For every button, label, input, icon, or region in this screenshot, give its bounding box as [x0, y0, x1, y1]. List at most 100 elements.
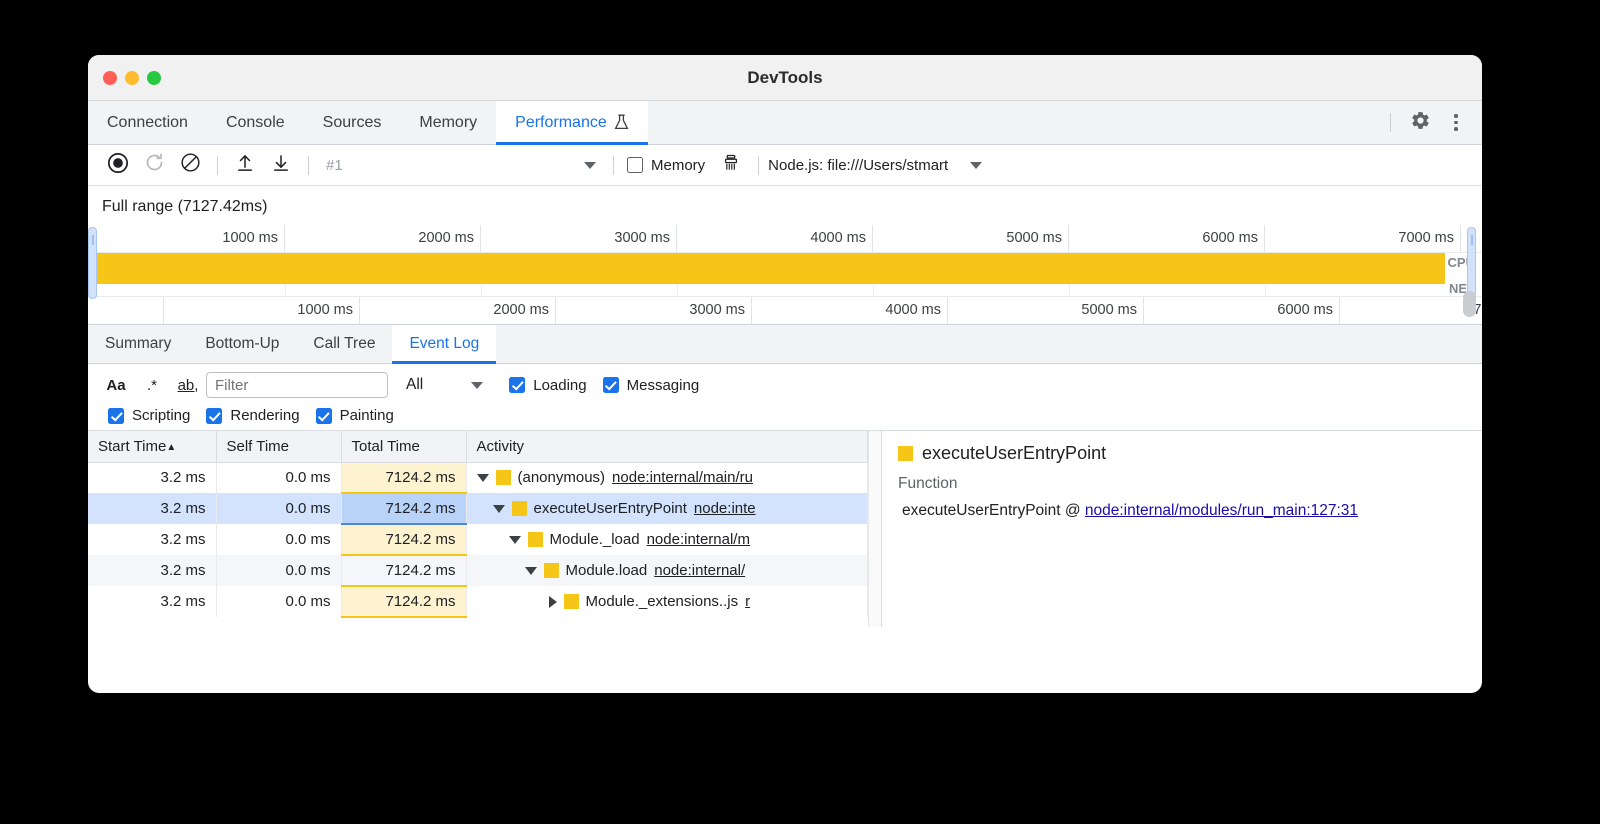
table-row[interactable]: 3.2 ms 0.0 ms 7124.2 ms Module._load nod…: [88, 524, 868, 555]
tab-sources-label: Sources: [323, 114, 382, 132]
details-stack-entry: executeUserEntryPoint @ node:internal/mo…: [898, 502, 1466, 520]
filter-checkbox-painting[interactable]: Painting: [316, 407, 394, 424]
range-handle-right[interactable]: [1467, 227, 1476, 299]
window-title: DevTools: [88, 68, 1482, 88]
cell-total-time: 7124.2 ms: [341, 462, 466, 493]
download-icon: [271, 153, 291, 178]
cell-total-time: 7124.2 ms: [341, 555, 466, 586]
tick-bot-7000: 7000 ms: [1339, 297, 1482, 324]
column-header-total-time[interactable]: Total Time: [341, 431, 466, 462]
tick-top-4000: 4000 ms: [677, 225, 873, 252]
clear-recording-button[interactable]: [172, 150, 208, 180]
range-handle-left[interactable]: [88, 227, 97, 299]
expander-expand-icon[interactable]: [549, 596, 557, 608]
target-selector[interactable]: Node.js: file:///Users/stmart: [768, 157, 948, 174]
record-icon: [107, 152, 129, 179]
expander-collapse-icon[interactable]: [509, 536, 521, 544]
table-row[interactable]: 3.2 ms 0.0 ms 7124.2 ms Module._extensio…: [88, 586, 868, 617]
tick-bot-4000: 4000 ms: [751, 297, 947, 324]
expander-collapse-icon[interactable]: [493, 505, 505, 513]
table-row[interactable]: 3.2 ms 0.0 ms 7124.2 ms executeUserEntry…: [88, 493, 868, 524]
panel-tabstrip: Connection Console Sources Memory Perfor…: [88, 101, 1482, 145]
cell-start-time: 3.2 ms: [88, 555, 216, 586]
column-header-start-time-label: Start Time: [98, 438, 166, 455]
tab-sources[interactable]: Sources: [304, 101, 401, 144]
more-vertical-icon: [1454, 114, 1458, 131]
cell-total-time: 7124.2 ms: [341, 586, 466, 617]
tab-memory-label: Memory: [419, 114, 477, 132]
event-log-table-pane: Start Time▲ Self Time Total Time Activit…: [88, 431, 868, 627]
target-selector-label: Node.js: file:///Users/stmart: [768, 157, 948, 174]
tick-bot-6000: 6000 ms: [1143, 297, 1339, 324]
toolbar-divider-2: [308, 156, 309, 175]
cell-activity: Module.load node:internal/: [466, 555, 868, 586]
tab-event-log[interactable]: Event Log: [392, 325, 496, 363]
tab-console[interactable]: Console: [207, 101, 304, 144]
tab-summary[interactable]: Summary: [88, 325, 188, 363]
more-options-button[interactable]: [1440, 107, 1472, 139]
duration-filter-select[interactable]: All: [406, 376, 483, 394]
event-log-vertical-scrollbar[interactable]: [868, 431, 881, 627]
filter-checkbox-loading[interactable]: Loading: [509, 377, 586, 394]
table-row[interactable]: 3.2 ms 0.0 ms 7124.2 ms (anonymous) node…: [88, 462, 868, 493]
save-profile-button[interactable]: [263, 150, 299, 180]
category-color-swatch: [496, 470, 511, 485]
activity-url[interactable]: node:internal/main/ru: [612, 469, 753, 486]
memory-checkbox-label: Memory: [651, 157, 705, 174]
activity-url[interactable]: node:inte: [694, 500, 756, 517]
overview-ruler[interactable]: 1000 ms 2000 ms 3000 ms 4000 ms 5000 ms …: [88, 225, 1482, 324]
tick-bot-5000: 5000 ms: [947, 297, 1143, 324]
filter-checkbox-messaging[interactable]: Messaging: [603, 377, 700, 394]
column-header-activity[interactable]: Activity: [466, 431, 868, 462]
expander-collapse-icon[interactable]: [477, 474, 489, 482]
tab-call-tree[interactable]: Call Tree: [296, 325, 392, 363]
overview-scroll-thumb[interactable]: [1463, 291, 1476, 317]
tabstrip-right-actions: [1381, 101, 1482, 144]
reload-and-record-button[interactable]: [136, 150, 172, 180]
match-case-button[interactable]: Aa: [98, 372, 134, 398]
category-color-swatch: [528, 532, 543, 547]
tab-performance[interactable]: Performance: [496, 101, 648, 144]
target-chevron-down-icon[interactable]: [970, 162, 982, 169]
tab-memory[interactable]: Memory: [400, 101, 496, 144]
reload-icon: [144, 152, 165, 178]
activity-url[interactable]: node:internal/m: [647, 531, 750, 548]
details-stack-link[interactable]: node:internal/modules/run_main:127:31: [1085, 502, 1358, 519]
filter-checkbox-scripting[interactable]: Scripting: [108, 407, 190, 424]
column-header-self-time[interactable]: Self Time: [216, 431, 341, 462]
cpu-usage-band: [88, 253, 1445, 284]
record-button[interactable]: [100, 150, 136, 180]
column-header-start-time[interactable]: Start Time▲: [88, 431, 216, 462]
expander-collapse-icon[interactable]: [525, 567, 537, 575]
cell-activity: Module._load node:internal/m: [466, 524, 868, 555]
load-profile-button[interactable]: [227, 150, 263, 180]
filter-checkbox-messaging-box: [603, 377, 619, 393]
maximize-window-button[interactable]: [147, 71, 161, 85]
regex-button[interactable]: .*: [134, 372, 170, 398]
tab-event-log-label: Event Log: [409, 335, 479, 353]
close-window-button[interactable]: [103, 71, 117, 85]
window-titlebar: DevTools: [88, 55, 1482, 101]
activity-name: (anonymous): [518, 469, 606, 486]
settings-button[interactable]: [1404, 107, 1436, 139]
table-row[interactable]: 3.2 ms 0.0 ms 7124.2 ms Module.load node…: [88, 555, 868, 586]
filter-input[interactable]: [206, 372, 388, 398]
whole-word-button[interactable]: ab,: [170, 372, 206, 398]
tab-bottom-up[interactable]: Bottom-Up: [188, 325, 296, 363]
profile-selector[interactable]: #1: [318, 151, 604, 179]
overview-ticks-bottom: 1000 ms 2000 ms 3000 ms 4000 ms 5000 ms …: [88, 297, 1482, 324]
memory-checkbox[interactable]: Memory: [627, 157, 705, 174]
cell-self-time: 0.0 ms: [216, 524, 341, 555]
table-header-row: Start Time▲ Self Time Total Time Activit…: [88, 431, 868, 462]
overview-lanes: CPU NET: [88, 252, 1482, 297]
toolbar-divider-3: [613, 156, 614, 175]
activity-url[interactable]: r: [745, 593, 750, 610]
tick-bot-2000: 2000 ms: [359, 297, 555, 324]
overview-ticks-top: 1000 ms 2000 ms 3000 ms 4000 ms 5000 ms …: [88, 225, 1482, 252]
tick-top-7000: 7000 ms: [1265, 225, 1461, 252]
filter-checkbox-rendering[interactable]: Rendering: [206, 407, 299, 424]
activity-url[interactable]: node:internal/: [654, 562, 745, 579]
collect-garbage-button[interactable]: [713, 150, 749, 180]
minimize-window-button[interactable]: [125, 71, 139, 85]
tab-connection[interactable]: Connection: [88, 101, 207, 144]
